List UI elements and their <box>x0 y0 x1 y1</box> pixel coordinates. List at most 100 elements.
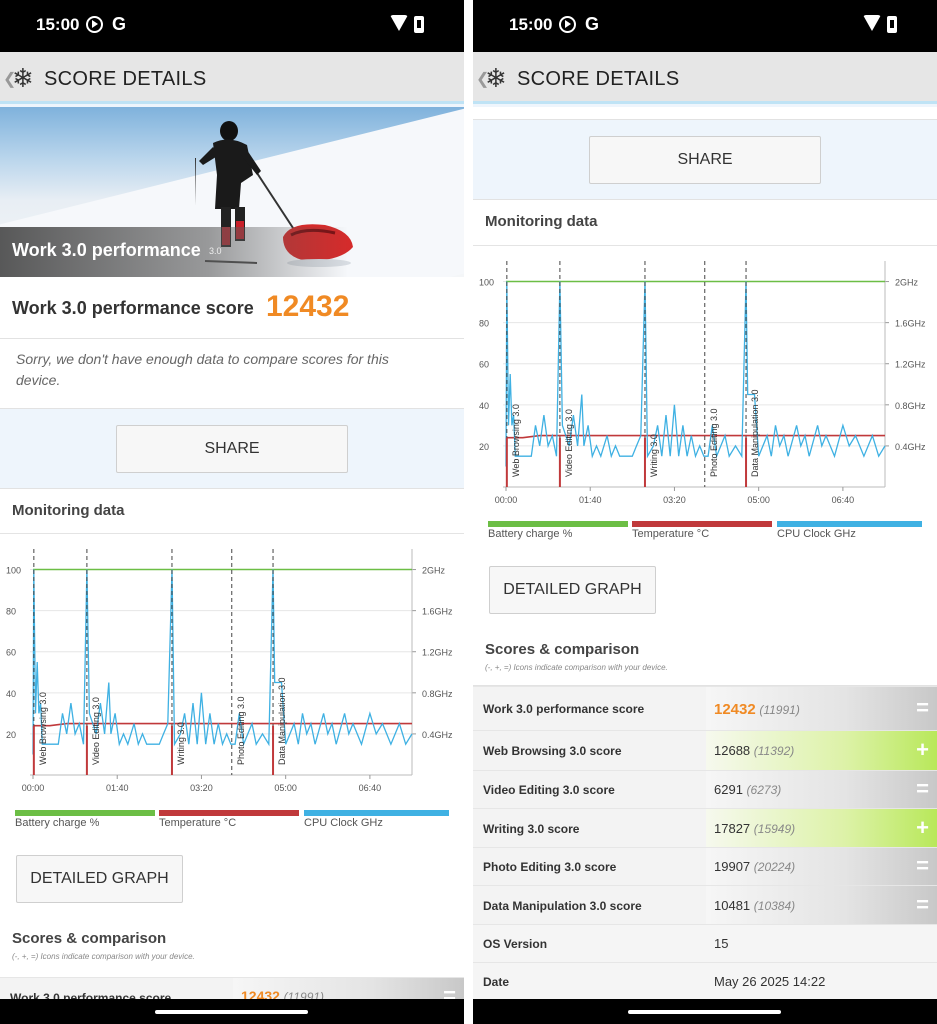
score-label: Work 3.0 performance score <box>12 298 254 318</box>
score-row-label: OS Version <box>483 937 548 951</box>
detailed-graph-button[interactable]: DETAILED GRAPH <box>489 566 656 614</box>
status-time: 15:00 <box>509 15 553 34</box>
snowflake-icon: ❄ <box>485 63 507 93</box>
scores-note: (-, +, =) Icons indicate comparison with… <box>12 952 195 961</box>
page-title: SCORE DETAILS <box>517 68 680 90</box>
segment-label: Web Browsing 3.0 <box>38 692 48 765</box>
score-row-compare: (11991) <box>759 703 800 717</box>
score-row-label: Photo Editing 3.0 score <box>483 860 617 874</box>
segment-label: Data Manipulation 3.0 <box>277 677 287 765</box>
score-row: Work 3.0 performance score 12432 (11991) = <box>473 686 937 730</box>
score-row: OS Version 15 <box>473 924 937 962</box>
y-left-tick: 60 <box>479 360 489 370</box>
score-row-compare: (10384) <box>753 898 796 913</box>
home-gesture-pill[interactable] <box>628 1010 781 1014</box>
legend-battery-bar <box>15 810 155 816</box>
scores-note: (-, +, =) Icons indicate comparison with… <box>485 663 668 672</box>
plus-icon: + <box>916 814 929 840</box>
score-value: 12432 <box>266 290 350 323</box>
score-row-compare: (20224) <box>753 860 796 874</box>
play-circle-icon <box>559 16 576 33</box>
y-left-tick: 60 <box>6 648 16 658</box>
snowflake-icon: ❄ <box>12 63 34 93</box>
monitoring-card: Monitoring data 100 80 60 40 20 2GHz 1.6GHz 1.2… <box>473 199 937 686</box>
score-row: Writing 3.0 score 17827 (15949) + <box>473 808 937 847</box>
score-row-value-main: 10481 <box>714 897 751 913</box>
score-row-label: Date <box>483 974 510 989</box>
y-left-tick: 20 <box>479 442 489 452</box>
score-row-compare: (6273) <box>746 783 782 797</box>
score-row-value: May 26 2025 14:22 <box>714 974 825 989</box>
cpu-series-line <box>32 569 413 755</box>
share-button[interactable]: SHARE <box>589 136 821 184</box>
plus-icon: + <box>916 737 929 762</box>
equal-icon: = <box>916 891 929 917</box>
x-tick: 01:40 <box>579 495 602 505</box>
hero-banner: Work 3.0 performance 3.0 <box>0 107 464 277</box>
segment-label: Video Editing 3.0 <box>564 409 574 477</box>
temperature-series-line <box>33 722 412 727</box>
segment-label: Data Manipulation 3.0 <box>750 389 760 477</box>
google-icon: G <box>585 14 600 34</box>
legend-temperature-label: Temperature °C <box>159 817 237 829</box>
segment-label: Photo Editing 3.0 <box>236 696 246 765</box>
home-gesture-pill[interactable] <box>155 1010 308 1014</box>
nav-bar <box>473 999 937 1024</box>
score-row-label: Data Manipulation 3.0 score <box>483 898 642 913</box>
score-row-value-main: May 26 2025 14:22 <box>714 973 826 989</box>
scores-title: Scores & comparison <box>485 641 640 658</box>
monitoring-title: Monitoring data <box>485 213 598 230</box>
monitoring-divider <box>473 245 937 246</box>
segment-label: Writing 3.0 <box>649 434 659 477</box>
temperature-series-line <box>506 434 885 439</box>
score-row-value: 17827 (15949) <box>714 821 795 836</box>
monitoring-chart: 100 80 60 40 20 2GHz 1.6GHz 1.2GHz 0.8GHz 0.4GHz 0… <box>6 549 453 793</box>
status-bar: 15:00 G <box>473 0 937 52</box>
status-bar: 15:00 G <box>0 0 464 52</box>
cpu-series-line <box>505 281 886 467</box>
legend-battery-label: Battery charge % <box>488 528 573 540</box>
score-row: Data Manipulation 3.0 score 10481 (10384)… <box>473 885 937 924</box>
monitoring-title: Monitoring data <box>12 502 125 519</box>
x-tick: 05:00 <box>747 495 770 505</box>
x-tick: 00:00 <box>22 783 45 793</box>
score-row-value-main: 12432 <box>714 701 756 718</box>
score-row-value-main: 19907 <box>714 859 751 874</box>
play-circle-icon <box>86 16 103 33</box>
legend-temperature-label: Temperature °C <box>632 528 710 540</box>
equal-icon: = <box>916 776 929 801</box>
monitoring-chart: 100 80 60 40 20 2GHz 1.6GHz 1.2GHz 0.8GHz 0.4GHz 0… <box>479 261 926 505</box>
score-row-value: 10481 (10384) <box>714 898 795 913</box>
score-row-value-main: 15 <box>714 936 729 951</box>
legend-cpu-label: CPU Clock GHz <box>304 817 383 829</box>
y-right-tick: 2GHz <box>422 566 446 576</box>
scrolled-card-edge <box>473 107 937 120</box>
score-row-label: Web Browsing 3.0 score <box>483 744 622 758</box>
legend-temperature-bar <box>632 521 772 527</box>
status-time: 15:00 <box>36 15 80 34</box>
equal-icon: = <box>916 853 929 878</box>
y-left-tick: 40 <box>479 401 489 411</box>
segment-label: Photo Editing 3.0 <box>709 408 719 477</box>
score-row-value: 12432 (11991) <box>714 701 800 718</box>
phone-screen-left: 15:00 G ❮ ❄ SCORE DETAILS Work 3.0 perfo… <box>0 0 464 1024</box>
legend-battery-bar <box>488 521 628 527</box>
x-tick: 03:20 <box>190 783 213 793</box>
hero-title: Work 3.0 performance <box>12 240 201 260</box>
detailed-graph-button[interactable]: DETAILED GRAPH <box>16 855 183 903</box>
y-left-tick: 80 <box>479 319 489 329</box>
share-button[interactable]: SHARE <box>116 425 348 473</box>
y-left-tick: 40 <box>6 689 16 699</box>
battery-charging-icon <box>414 16 424 33</box>
segment-label: Writing 3.0 <box>176 722 186 765</box>
y-right-tick: 2GHz <box>895 278 919 288</box>
score-row-value-main: 6291 <box>714 782 743 797</box>
wifi-icon <box>863 15 881 31</box>
app-bar: ❮ ❄ SCORE DETAILS <box>473 52 937 104</box>
score-row-value: 19907 (20224) <box>714 859 795 874</box>
score-row-value-main: 17827 <box>714 820 751 836</box>
legend-temperature-bar <box>159 810 299 816</box>
compare-card: Sorry, we don't have enough data to comp… <box>0 339 464 409</box>
monitoring-card: Monitoring data 100 80 60 40 20 2GHz 1.6GHz 1.2… <box>0 488 464 1024</box>
screenshot-divider <box>464 0 473 1024</box>
